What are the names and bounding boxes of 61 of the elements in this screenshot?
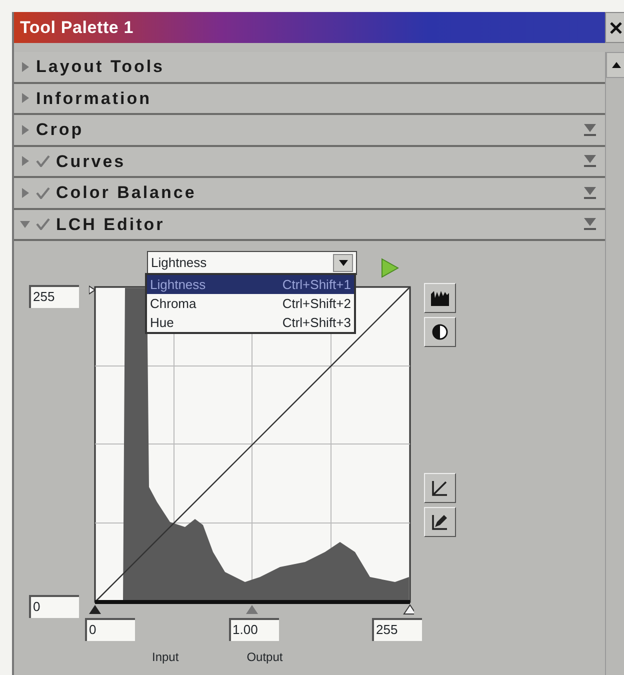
checkmark-icon[interactable]	[36, 155, 50, 168]
shadow-point-marker-icon[interactable]	[89, 605, 101, 614]
histogram-button[interactable]	[424, 283, 456, 313]
close-button[interactable]	[605, 12, 624, 43]
option-label: Chroma	[150, 294, 196, 313]
output-label: Output	[246, 649, 283, 666]
option-label: Lightness	[150, 276, 206, 294]
option-label: Hue	[150, 314, 174, 332]
section-title: LCH Editor	[56, 214, 166, 236]
output-max-marker-icon[interactable]	[89, 285, 96, 295]
input-label: Input	[152, 649, 179, 666]
contrast-button[interactable]	[424, 317, 456, 347]
section-title: Curves	[56, 150, 127, 172]
input-max-field[interactable]: 255	[372, 618, 422, 641]
gamma-field[interactable]: 1.00	[228, 618, 278, 641]
input-min-field[interactable]: 0	[85, 618, 135, 641]
section-header[interactable]: Color Balance	[14, 178, 605, 210]
expand-triangle-icon[interactable]	[20, 186, 30, 199]
section-header[interactable]: LCH Editor	[14, 210, 605, 241]
section-header[interactable]: Layout Tools	[14, 52, 605, 84]
window-title: Tool Palette 1	[14, 12, 605, 43]
option-shortcut: Ctrl+Shift+2	[282, 294, 351, 313]
option-shortcut: Ctrl+Shift+1	[282, 276, 351, 294]
expand-triangle-icon[interactable]	[20, 60, 30, 73]
curve-reset-button[interactable]	[424, 473, 456, 503]
section-header[interactable]: Curves	[14, 146, 605, 178]
expand-triangle-icon[interactable]	[20, 155, 30, 168]
option-shortcut: Ctrl+Shift+3	[282, 314, 351, 332]
dropdown-option[interactable]: Chroma Ctrl+Shift+2	[147, 294, 354, 313]
diagonal-arrow-icon	[431, 479, 449, 497]
scroll-up-button[interactable]	[606, 52, 624, 78]
output-max-field[interactable]: 255	[29, 285, 79, 308]
section-title: Layout Tools	[36, 56, 166, 78]
section-title: Crop	[36, 119, 85, 141]
close-icon	[610, 22, 622, 34]
section-header[interactable]: Information	[14, 84, 605, 115]
down-arrow-icon	[338, 260, 348, 266]
expand-triangle-icon[interactable]	[20, 124, 30, 136]
section-title: Information	[36, 88, 152, 110]
section-menu-icon[interactable]	[583, 122, 597, 137]
dropdown-option[interactable]: Lightness Ctrl+Shift+1	[147, 275, 354, 294]
dropdown-option[interactable]: Hue Ctrl+Shift+3	[147, 313, 354, 332]
play-triangle-icon[interactable]	[381, 258, 399, 278]
up-arrow-icon	[612, 62, 620, 68]
section-menu-icon[interactable]	[583, 154, 597, 168]
channel-dropdown[interactable]: Lightness	[147, 251, 357, 275]
section-menu-icon[interactable]	[583, 217, 597, 232]
output-min-field[interactable]: 0	[29, 595, 79, 618]
curve-edit-button[interactable]	[424, 507, 456, 537]
half-circle-icon	[432, 324, 448, 340]
highlight-point-marker-icon[interactable]	[403, 604, 414, 614]
collapse-triangle-icon[interactable]	[20, 218, 30, 230]
dropdown-arrow-button[interactable]	[333, 254, 353, 272]
section-title: Color Balance	[56, 182, 198, 204]
section-menu-icon[interactable]	[583, 186, 597, 200]
expand-triangle-icon[interactable]	[20, 92, 30, 104]
checkmark-icon[interactable]	[36, 218, 50, 230]
checkmark-icon[interactable]	[36, 186, 50, 199]
section-header[interactable]: Crop	[14, 115, 605, 146]
histogram-icon	[431, 290, 449, 306]
pencil-arrow-icon	[431, 513, 449, 531]
